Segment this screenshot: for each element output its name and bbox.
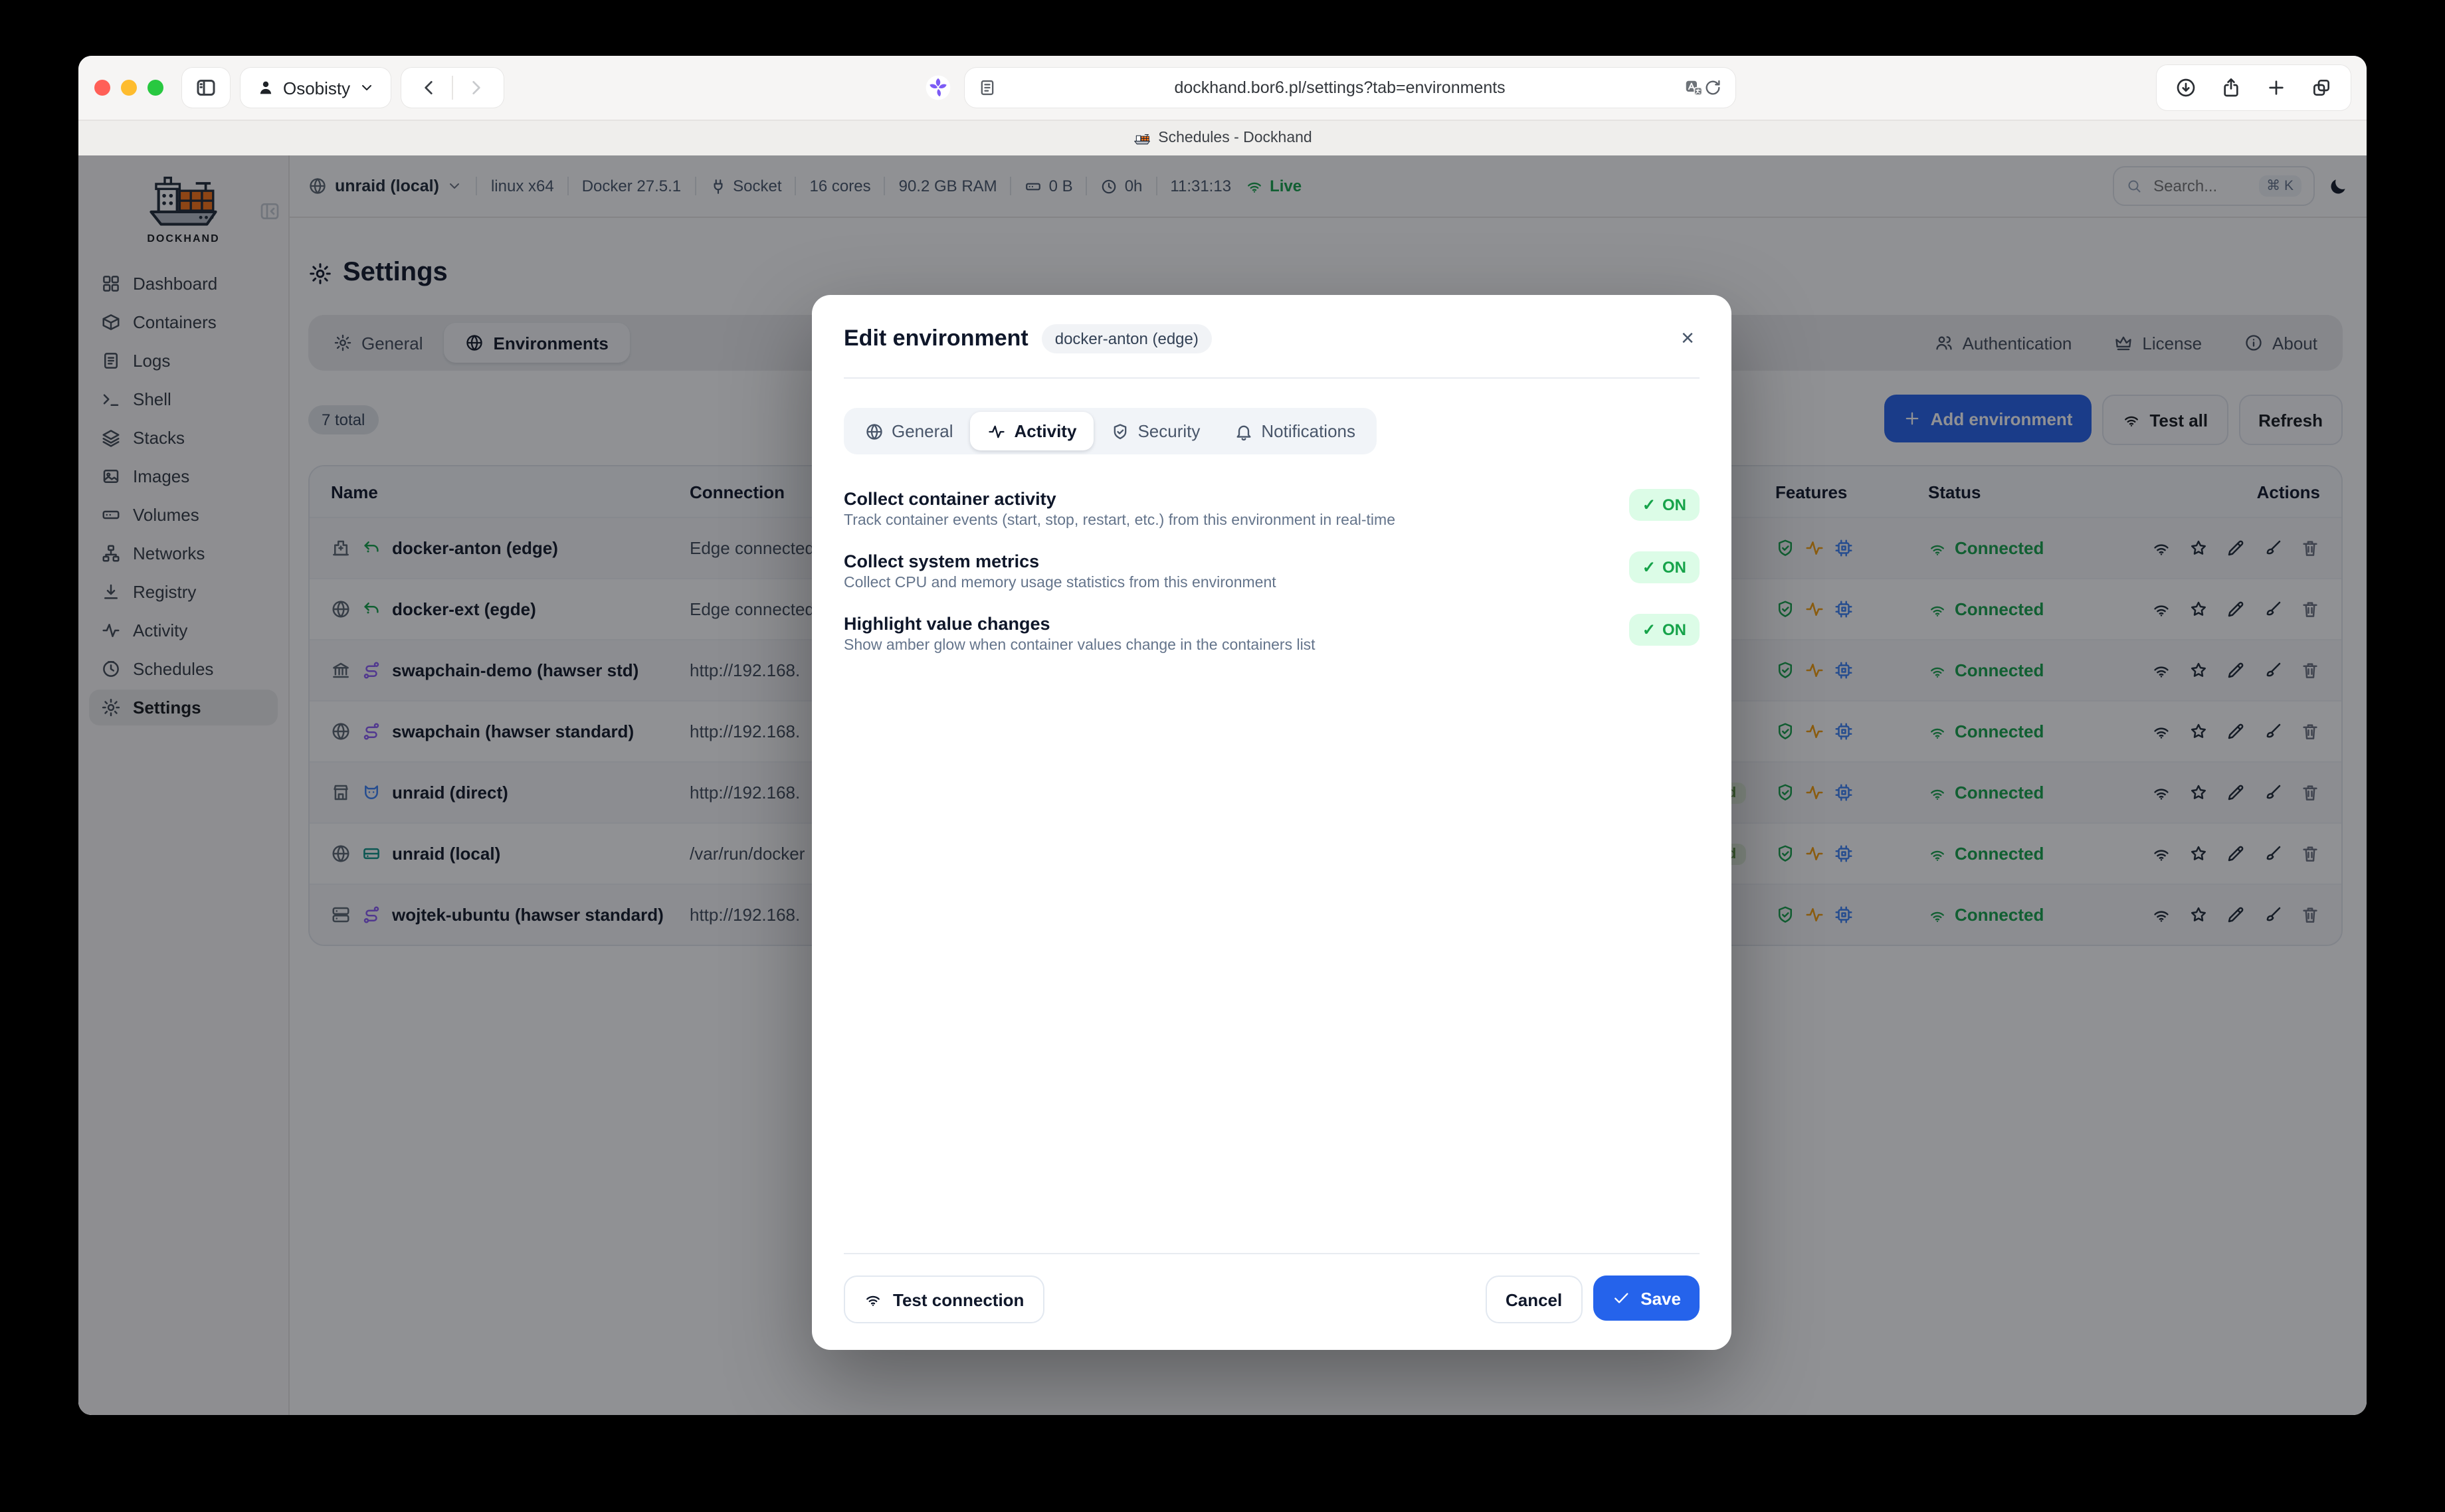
close-window-button[interactable]: [94, 80, 110, 96]
zoom-window-button[interactable]: [147, 80, 163, 96]
share-icon[interactable]: [2220, 77, 2242, 98]
test-connection-button[interactable]: Test connection: [844, 1276, 1044, 1323]
toggle-on-badge[interactable]: ✓ ON: [1629, 551, 1700, 583]
environment-badge: docker-anton (edge): [1042, 324, 1212, 353]
setting-title: Collect system metrics: [844, 551, 1276, 571]
toggle-on-badge[interactable]: ✓ ON: [1629, 614, 1700, 646]
modal-title: Edit environment: [844, 326, 1028, 352]
modal-tab-label: General: [892, 421, 953, 441]
sidebar-toggle-button[interactable]: [182, 68, 230, 108]
setting-text: Highlight value changes Show amber glow w…: [844, 614, 1316, 654]
reload-icon[interactable]: [1704, 78, 1722, 97]
reader-icon[interactable]: [978, 78, 997, 97]
setting-row: Collect system metrics Collect CPU and me…: [844, 551, 1700, 591]
new-tab-icon[interactable]: [2266, 77, 2287, 98]
toggle-state: ON: [1662, 558, 1686, 577]
extension-icon[interactable]: [925, 74, 951, 101]
url-bar[interactable]: dockhand.bor6.pl/settings?tab=environmen…: [965, 68, 1735, 108]
url-text[interactable]: dockhand.bor6.pl/settings?tab=environmen…: [997, 78, 1684, 97]
close-icon[interactable]: ×: [1676, 324, 1700, 352]
browser-toolbar: Osobisty dockhand.bor6.pl/settings?tab=e…: [78, 56, 2367, 120]
browser-tab[interactable]: Schedules - Dockhand: [78, 120, 2367, 155]
app-root: DOCKHAND DashboardContainersLogsShellSta…: [78, 155, 2367, 1415]
chevron-left-icon: [418, 77, 439, 98]
check-icon: ✓: [1642, 496, 1656, 514]
modal-tab-label: Activity: [1015, 421, 1077, 441]
check-icon: [1611, 1289, 1630, 1307]
setting-row: Highlight value changes Show amber glow w…: [844, 614, 1700, 654]
setting-description: Show amber glow when container values ch…: [844, 638, 1316, 654]
person-icon: [256, 78, 275, 97]
setting-row: Collect container activity Track containe…: [844, 489, 1700, 529]
setting-title: Highlight value changes: [844, 614, 1316, 634]
modal-footer: Test connection Cancel Save: [844, 1253, 1700, 1323]
modal-tab-activity[interactable]: Activity: [971, 412, 1094, 450]
edit-environment-modal: Edit environment docker-anton (edge) × G…: [812, 295, 1731, 1350]
traffic-lights: [94, 80, 163, 96]
translate-icon[interactable]: [1684, 78, 1704, 98]
check-icon: ✓: [1642, 620, 1656, 639]
setting-description: Collect CPU and memory usage statistics …: [844, 575, 1276, 591]
modal-tab-security[interactable]: Security: [1094, 412, 1217, 450]
setting-text: Collect system metrics Collect CPU and me…: [844, 551, 1276, 591]
setting-title: Collect container activity: [844, 489, 1395, 509]
modal-tab-label: Security: [1137, 421, 1200, 441]
toggle-state: ON: [1662, 620, 1686, 639]
modal-tab-label: Notifications: [1261, 421, 1355, 441]
setting-description: Track container events (start, stop, res…: [844, 513, 1395, 529]
shield-check-icon: [1111, 422, 1129, 440]
toggle-on-badge[interactable]: ✓ ON: [1629, 489, 1700, 521]
chevron-right-icon: [464, 77, 486, 98]
downloads-icon[interactable]: [2175, 77, 2197, 98]
modal-tab-notifications[interactable]: Notifications: [1217, 412, 1373, 450]
tab-title: Schedules - Dockhand: [1158, 130, 1312, 146]
cancel-button[interactable]: Cancel: [1486, 1276, 1582, 1323]
profile-button[interactable]: Osobisty: [241, 68, 390, 108]
minimize-window-button[interactable]: [121, 80, 137, 96]
sidebar-toggle-icon: [194, 76, 218, 100]
save-button[interactable]: Save: [1593, 1276, 1700, 1321]
browser-window: Osobisty dockhand.bor6.pl/settings?tab=e…: [78, 56, 2367, 1415]
setting-text: Collect container activity Track containe…: [844, 489, 1395, 529]
pulse-icon: [988, 422, 1007, 440]
check-icon: ✓: [1642, 558, 1656, 577]
back-button[interactable]: [406, 68, 451, 108]
wifi-icon: [864, 1290, 882, 1309]
forward-button[interactable]: [452, 68, 498, 108]
bell-icon: [1234, 422, 1253, 440]
tab-overview-icon[interactable]: [2311, 77, 2332, 98]
modal-tabs: General Activity Security Notifications: [844, 408, 1377, 454]
chevron-down-icon: [358, 80, 374, 96]
profile-name: Osobisty: [283, 78, 350, 98]
modal-tab-general[interactable]: General: [848, 412, 971, 450]
favicon-ship-icon: [1133, 130, 1150, 147]
globe-icon: [865, 422, 884, 440]
nav-buttons: [401, 68, 503, 108]
toggle-state: ON: [1662, 496, 1686, 514]
toolbar-actions: [2157, 65, 2351, 110]
